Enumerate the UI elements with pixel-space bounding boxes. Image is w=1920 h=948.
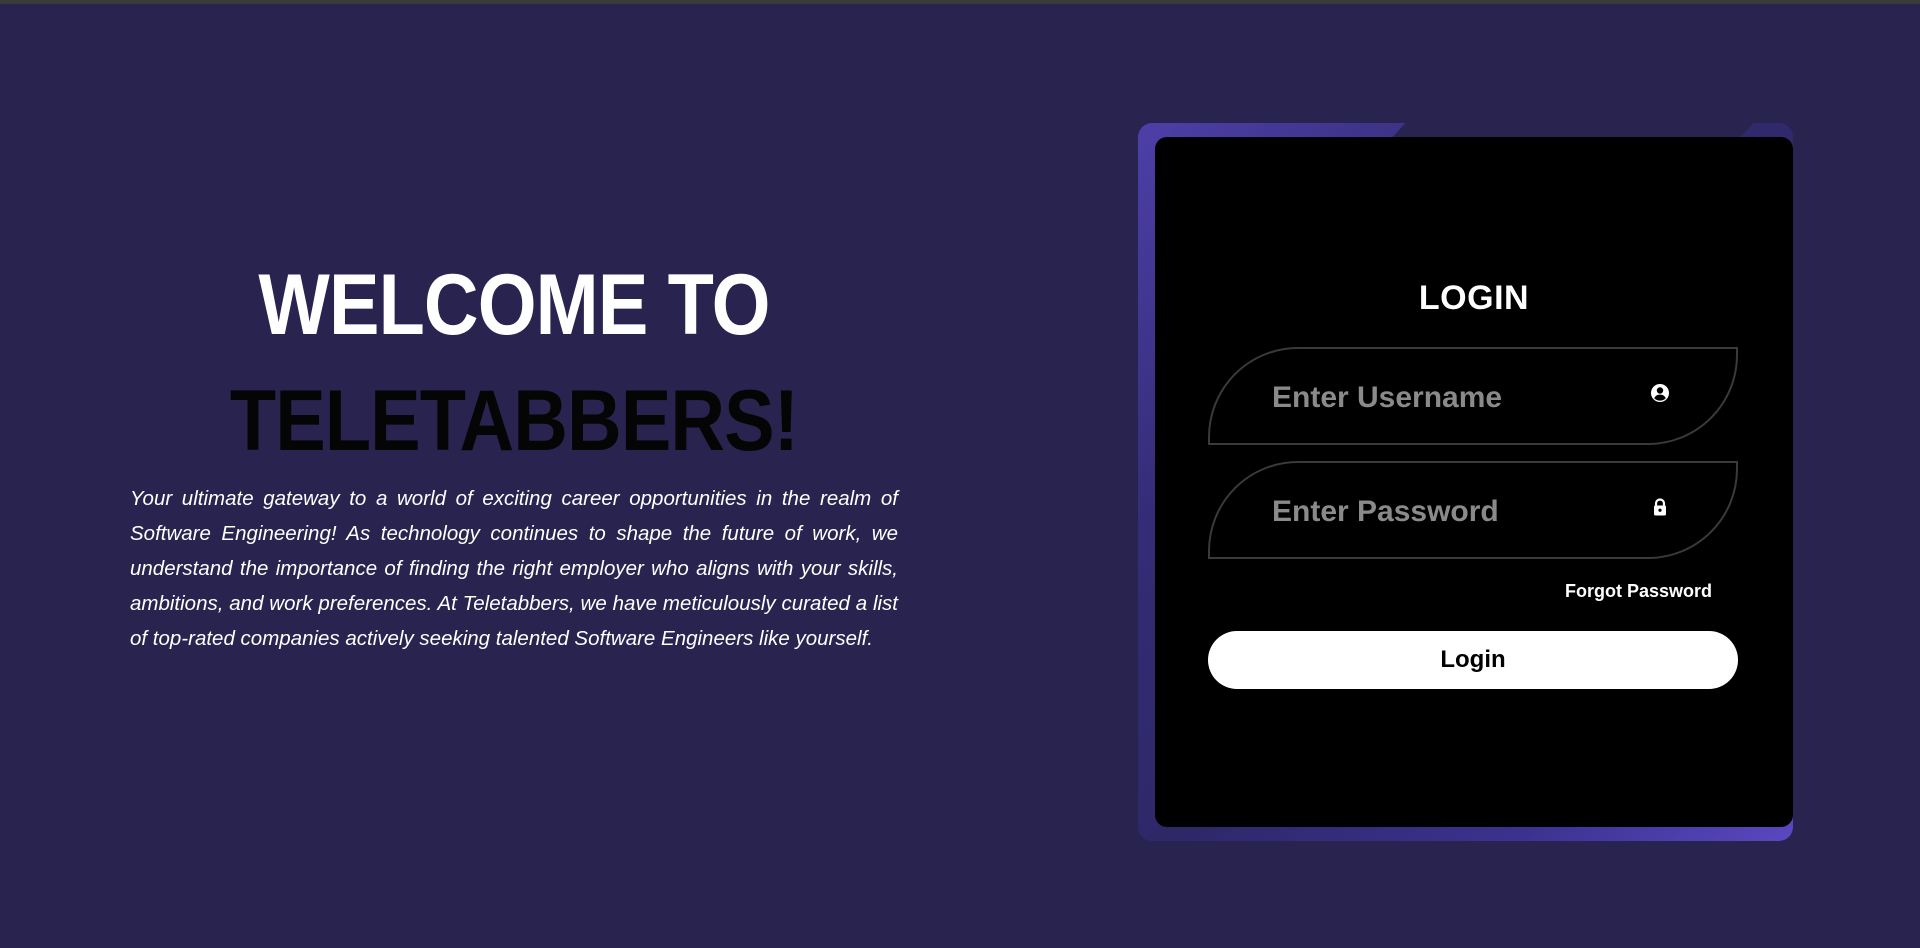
forgot-password-link[interactable]: Forgot Password [1565,581,1712,602]
lock-icon [1654,498,1666,516]
password-input[interactable] [1270,487,1634,537]
login-title: LOGIN [1418,279,1530,317]
login-card: LOGIN Forgot Password Login [1155,137,1793,827]
browser-top-strip [0,0,1920,4]
hero-description: Your ultimate gateway to a world of exci… [130,487,898,650]
username-field [1208,347,1738,445]
hero-section: WELCOME TO TELETABBERS! Your ultimate ga… [130,255,898,656]
login-button[interactable]: Login [1208,631,1738,689]
welcome-heading: WELCOME TO [258,257,770,353]
user-circle-icon [1651,384,1669,402]
brand-heading: TELETABBERS! [229,373,799,469]
username-input[interactable] [1270,373,1634,423]
password-field [1208,461,1738,559]
